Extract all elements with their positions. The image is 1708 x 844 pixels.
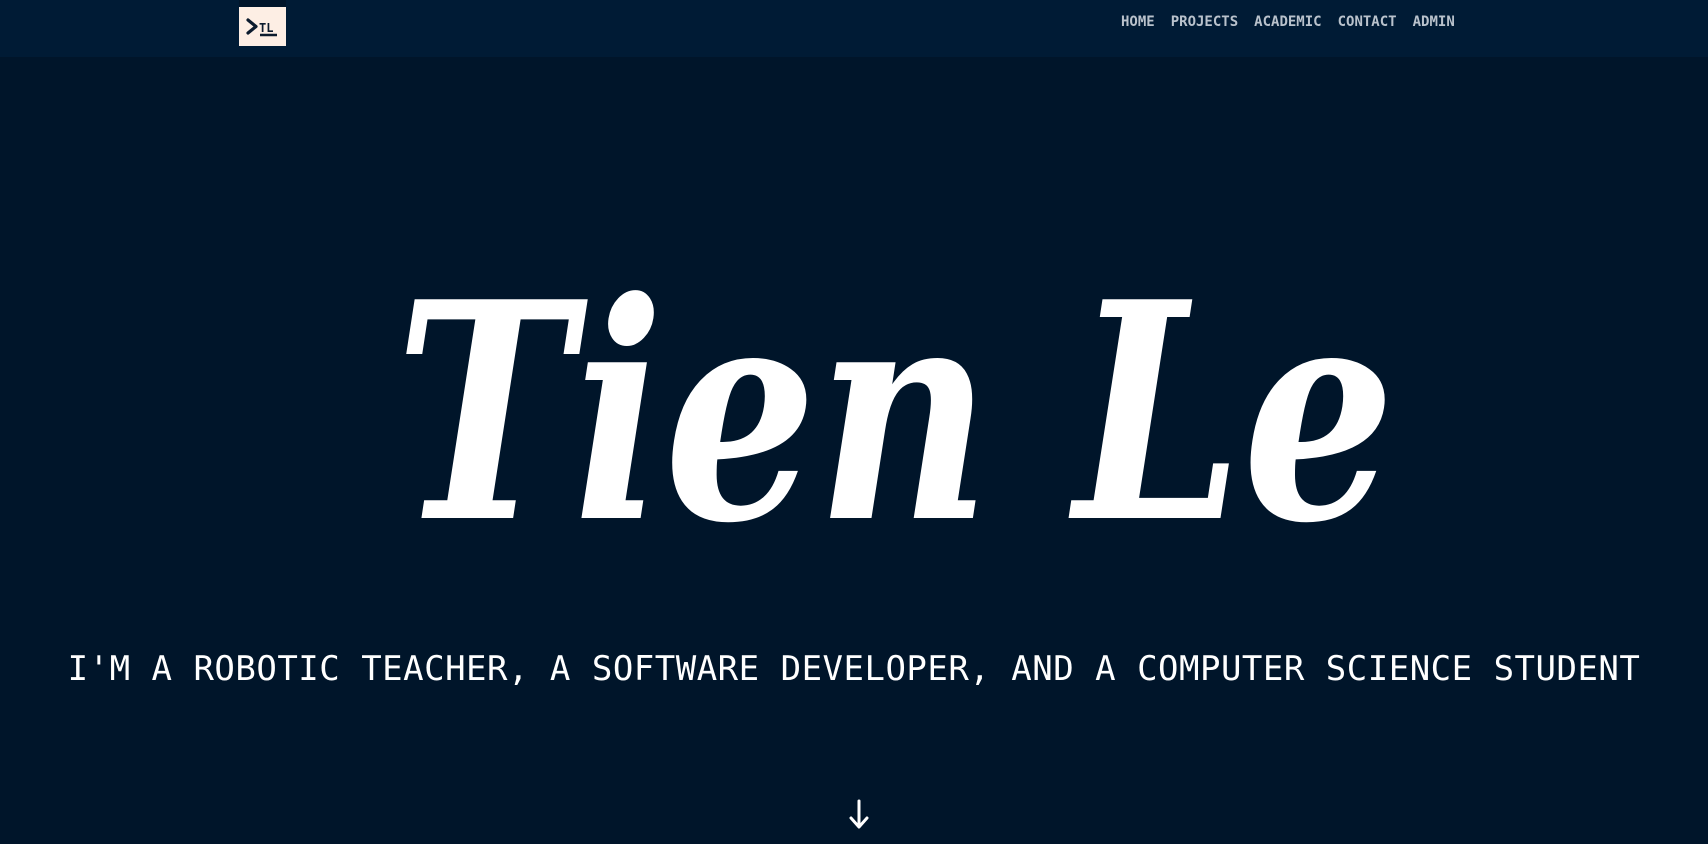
hero-name-signature: Tien Le (395, 250, 1395, 570)
nav-admin[interactable]: ADMIN (1413, 14, 1455, 30)
main-nav: HOME PROJECTS ACADEMIC CONTACT ADMIN (1121, 0, 1455, 44)
nav-contact[interactable]: CONTACT (1338, 14, 1397, 30)
terminal-prompt-icon: TL (246, 18, 277, 37)
navbar: TL HOME PROJECTS ACADEMIC CONTACT ADMIN (0, 0, 1708, 57)
hero-name: Tien Le (395, 250, 1395, 570)
arrow-down-icon[interactable] (844, 798, 874, 832)
logo-text: TL (259, 21, 273, 35)
logo[interactable]: TL (239, 0, 286, 46)
nav-academic[interactable]: ACADEMIC (1254, 14, 1321, 30)
nav-projects[interactable]: PROJECTS (1171, 14, 1238, 30)
nav-home[interactable]: HOME (1121, 14, 1155, 30)
hero-tagline: I'M A ROBOTIC TEACHER, A SOFTWARE DEVELO… (67, 649, 1641, 689)
